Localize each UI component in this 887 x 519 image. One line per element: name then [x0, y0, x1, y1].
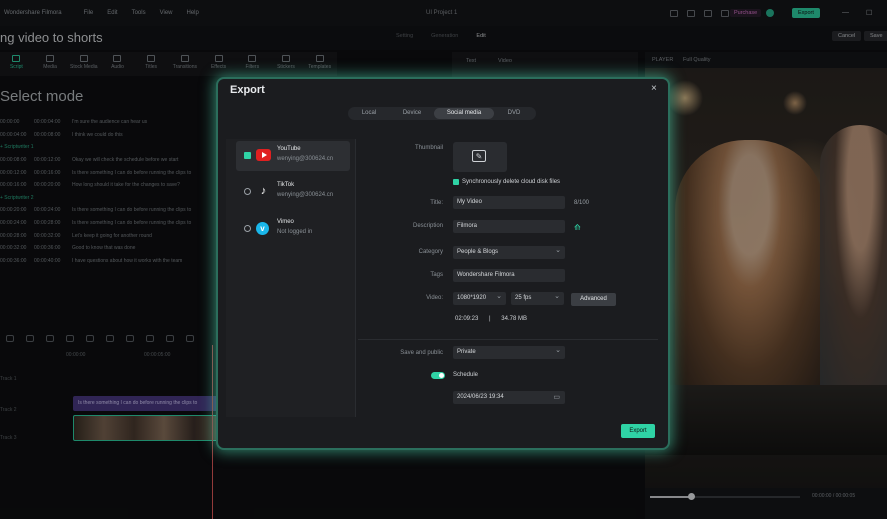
- close-icon[interactable]: ×: [651, 83, 657, 94]
- tiktok-icon: ♪: [260, 185, 267, 197]
- schedule-datetime-value: 2024/06/23 19:34: [457, 394, 504, 400]
- tab-dvd[interactable]: DVD: [494, 108, 534, 119]
- edit-icon[interactable]: ✎: [472, 150, 486, 162]
- radio-icon[interactable]: [244, 225, 251, 232]
- platform-youtube[interactable]: YouTube wenying@300624.cn: [236, 141, 350, 171]
- video-label: Video:: [426, 295, 443, 301]
- resolution-select[interactable]: 1080*1920: [453, 290, 506, 305]
- title-label: Title:: [430, 200, 443, 206]
- platform-account: wenying@300624.cn: [277, 156, 334, 162]
- platform-list: YouTube wenying@300624.cn ♪ TikTok wenyi…: [226, 139, 356, 417]
- checkbox-checked-icon[interactable]: [244, 152, 251, 159]
- tags-label: Tags: [430, 272, 443, 278]
- tab-local[interactable]: Local: [348, 108, 390, 119]
- tags-input[interactable]: Wondershare Filmora: [453, 269, 565, 282]
- vimeo-icon: v: [256, 222, 269, 235]
- description-input[interactable]: Filmora: [453, 220, 565, 233]
- platform-vimeo[interactable]: v Vimeo Not logged in: [236, 214, 350, 244]
- thumbnail-picker[interactable]: ✎: [453, 142, 507, 172]
- dialog-title: Export: [230, 84, 265, 96]
- sync-delete-checkbox[interactable]: Synchronously delete cloud disk files: [453, 179, 560, 185]
- privacy-select[interactable]: Private: [453, 344, 565, 359]
- file-size-value: 34.78 MB: [501, 316, 527, 322]
- form-divider: [358, 339, 658, 340]
- youtube-icon: [256, 149, 271, 161]
- radio-icon[interactable]: [244, 188, 251, 195]
- calendar-icon[interactable]: ▭: [553, 391, 560, 404]
- description-label: Description: [412, 223, 443, 229]
- sync-delete-label: Synchronously delete cloud disk files: [462, 179, 561, 185]
- info-separator: |: [489, 316, 491, 322]
- save-public-label: Save and public: [400, 350, 443, 356]
- export-tabs: Local Device Social media DVD: [348, 107, 536, 120]
- title-counter: 8/100: [574, 200, 590, 206]
- duration-value: 02:09:23: [455, 316, 479, 322]
- checkbox-checked-icon: [453, 179, 459, 185]
- export-info: 02:09:23 | 34.78 MB: [455, 316, 527, 322]
- thumbnail-label: Thumbnail: [414, 145, 443, 151]
- advanced-button[interactable]: Advanced: [571, 293, 616, 306]
- export-dialog: Export × Local Device Social media DVD Y…: [218, 79, 668, 448]
- platform-account: wenying@300624.cn: [277, 192, 334, 198]
- category-select[interactable]: People & Blogs: [453, 244, 565, 259]
- export-button[interactable]: Export: [621, 424, 655, 438]
- ai-generate-icon[interactable]: ⟰: [574, 223, 581, 232]
- export-form: Thumbnail ✎ Synchronously delete cloud d…: [358, 139, 658, 429]
- tab-device[interactable]: Device: [390, 108, 434, 119]
- platform-tiktok[interactable]: ♪ TikTok wenying@300624.cn: [236, 177, 350, 207]
- platform-name: YouTube: [277, 146, 301, 152]
- schedule-toggle[interactable]: [431, 372, 445, 379]
- schedule-label: Schedule: [453, 372, 479, 378]
- category-label: Category: [418, 249, 443, 255]
- title-input[interactable]: My Video: [453, 196, 565, 209]
- platform-name: Vimeo: [277, 219, 294, 225]
- schedule-datetime-input[interactable]: 2024/06/23 19:34 ▭: [453, 391, 565, 404]
- platform-name: TikTok: [277, 182, 295, 188]
- fps-select[interactable]: 25 fps: [511, 290, 564, 305]
- tab-social-media[interactable]: Social media: [434, 108, 494, 119]
- platform-account: Not logged in: [277, 229, 313, 235]
